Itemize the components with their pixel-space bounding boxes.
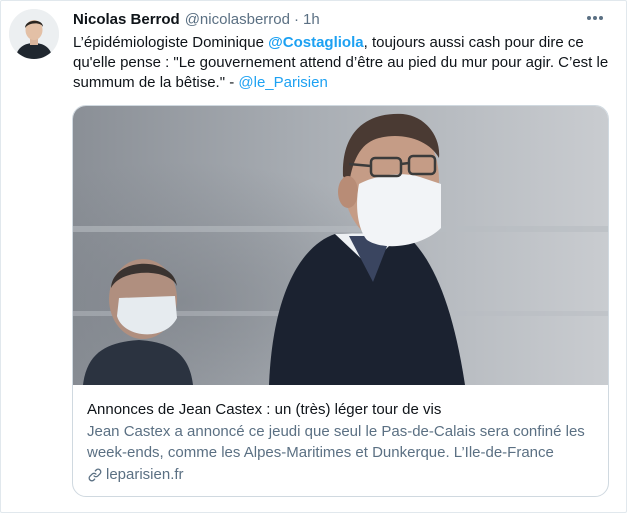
- card-title[interactable]: Annonces de Jean Castex : un (très) lége…: [87, 400, 602, 420]
- link-icon: [88, 468, 102, 482]
- card-domain[interactable]: leparisien.fr: [87, 465, 602, 485]
- link-card[interactable]: Annonces de Jean Castex : un (très) lége…: [72, 105, 609, 497]
- tweet-text-part1: L’épidémiologiste Dominique: [73, 34, 269, 51]
- tweet-text: L’épidémiologiste Dominique @Costagliola…: [73, 33, 618, 93]
- card-description[interactable]: Jean Castex a annoncé ce jeudi que seul …: [87, 421, 602, 463]
- more-horizontal-icon[interactable]: [582, 5, 608, 31]
- mention-le-parisien[interactable]: @le_Parisien: [238, 74, 327, 91]
- author-name[interactable]: Nicolas Berrod: [73, 11, 180, 28]
- card-domain-label: leparisien.fr: [106, 466, 184, 483]
- author-handle[interactable]: @nicolasberrod: [185, 11, 290, 28]
- card-image[interactable]: [73, 106, 608, 385]
- separator: ·: [293, 10, 299, 28]
- timestamp[interactable]: 1h: [303, 11, 320, 28]
- mention-costagliola[interactable]: @Costagliola: [268, 34, 363, 51]
- avatar[interactable]: [9, 9, 59, 59]
- tweet-header: Nicolas Berrod @nicolasberrod · 1h: [73, 7, 613, 31]
- card-meta[interactable]: Annonces de Jean Castex : un (très) lége…: [87, 400, 602, 485]
- tweet[interactable]: Nicolas Berrod @nicolasberrod · 1h L’épi…: [0, 0, 627, 513]
